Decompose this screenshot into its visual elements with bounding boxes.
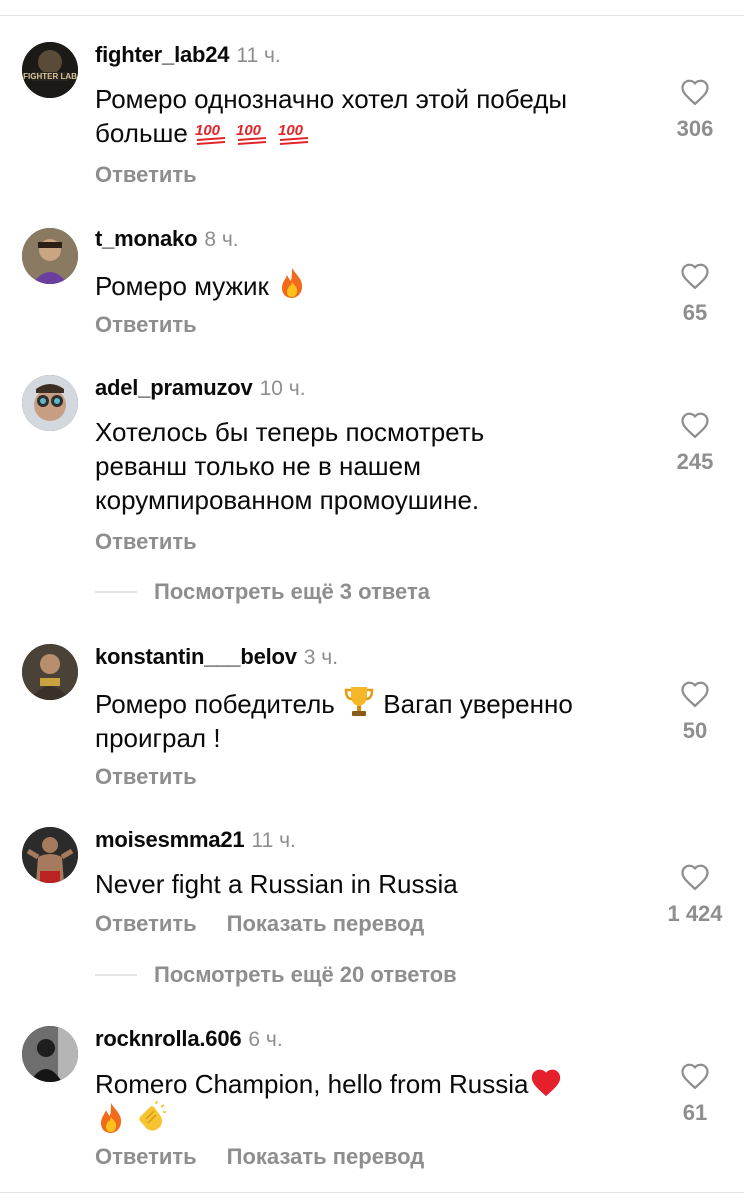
comment-text-line: Romero Champion, hello from Russia bbox=[95, 1069, 529, 1099]
heart-outline-icon[interactable] bbox=[680, 262, 710, 290]
comment-text-line: Ромеро победитель bbox=[95, 689, 335, 719]
svg-text:FIGHTER LAB: FIGHTER LAB bbox=[23, 72, 77, 81]
fire-icon bbox=[276, 266, 308, 300]
heart-outline-icon[interactable] bbox=[680, 863, 710, 891]
top-divider bbox=[0, 15, 744, 16]
comment-text-line: больше bbox=[95, 118, 188, 148]
reply-button[interactable]: Ответить bbox=[95, 764, 197, 790]
hundred-points-icon: 100 bbox=[195, 117, 229, 147]
avatar[interactable] bbox=[22, 375, 78, 431]
timestamp: 8 ч. bbox=[204, 228, 239, 251]
view-more-replies[interactable]: Посмотреть ещё 3 ответа bbox=[95, 579, 430, 605]
username[interactable]: adel_pramuzov bbox=[95, 375, 253, 401]
reply-button[interactable]: Ответить bbox=[95, 1144, 197, 1170]
view-more-replies-label[interactable]: Посмотреть ещё 3 ответа bbox=[154, 579, 430, 605]
svg-text:100: 100 bbox=[278, 122, 304, 139]
reply-button[interactable]: Ответить bbox=[95, 529, 197, 555]
hundred-points-icon: 100 bbox=[278, 117, 312, 147]
bottom-divider bbox=[0, 1192, 744, 1193]
show-translation-button[interactable]: Показать перевод bbox=[227, 1144, 425, 1170]
comment-text-line: Never fight a Russian in Russia bbox=[95, 869, 458, 899]
like-count: 61 bbox=[682, 1100, 708, 1125]
timestamp: 11 ч. bbox=[251, 829, 296, 852]
avatar[interactable] bbox=[22, 1026, 78, 1082]
heart-outline-icon[interactable] bbox=[680, 1062, 710, 1090]
comment-text-line: Ромеро мужик bbox=[95, 271, 269, 301]
comment-text: Ромеро победитель Вагап уверенно проигра… bbox=[95, 684, 655, 755]
timestamp: 6 ч. bbox=[248, 1028, 283, 1051]
like-count: 306 bbox=[676, 116, 714, 141]
username[interactable]: konstantin___belov bbox=[95, 644, 297, 670]
like-count: 65 bbox=[682, 300, 708, 325]
fire-icon bbox=[95, 1101, 127, 1135]
reply-button[interactable]: Ответить bbox=[95, 911, 197, 937]
heart-outline-icon[interactable] bbox=[680, 78, 710, 106]
comment-text: Ромеро мужик bbox=[95, 266, 655, 303]
heart-outline-icon[interactable] bbox=[680, 411, 710, 439]
reply-button[interactable]: Ответить bbox=[95, 162, 197, 188]
avatar[interactable]: FIGHTER LAB bbox=[22, 42, 78, 98]
heart-outline-icon[interactable] bbox=[680, 680, 710, 708]
reply-button[interactable]: Ответить bbox=[95, 312, 197, 338]
comment-text-line: Хотелось бы теперь посмотреть bbox=[95, 417, 485, 447]
like-count: 1 424 bbox=[667, 901, 723, 926]
avatar[interactable] bbox=[22, 644, 78, 700]
username[interactable]: t_monako bbox=[95, 226, 198, 252]
clapping-hands-icon bbox=[134, 1101, 168, 1135]
comment-text: Хотелось бы теперь посмотреть реванш тол… bbox=[95, 415, 655, 517]
comment-text-line: Ромеро однозначно хотел этой победы bbox=[95, 84, 568, 114]
svg-text:100: 100 bbox=[195, 122, 221, 139]
svg-text:100: 100 bbox=[236, 122, 262, 139]
divider-line bbox=[95, 591, 137, 593]
comment-text-line: реванш только не в нашем bbox=[95, 451, 422, 481]
view-more-replies-label[interactable]: Посмотреть ещё 20 ответов bbox=[154, 962, 457, 988]
divider-line bbox=[95, 974, 137, 976]
comment-text: Ромеро однозначно хотел этой победы боль… bbox=[95, 82, 655, 150]
comment-text-line: Вагап уверенно bbox=[383, 689, 573, 719]
username[interactable]: fighter_lab24 bbox=[95, 42, 230, 68]
timestamp: 11 ч. bbox=[236, 44, 281, 67]
avatar[interactable] bbox=[22, 228, 78, 284]
username[interactable]: rocknrolla.606 bbox=[95, 1026, 242, 1052]
timestamp: 10 ч. bbox=[259, 377, 306, 400]
like-count: 245 bbox=[676, 449, 714, 474]
comment-text: Never fight a Russian in Russia bbox=[95, 867, 655, 901]
avatar[interactable] bbox=[22, 827, 78, 883]
username[interactable]: moisesmma21 bbox=[95, 827, 245, 853]
comment-text-line: корумпированном промоушине. bbox=[95, 485, 480, 515]
comment-text: Romero Champion, hello from Russia bbox=[95, 1066, 655, 1138]
hundred-points-icon: 100 bbox=[236, 117, 270, 147]
show-translation-button[interactable]: Показать перевод bbox=[227, 911, 425, 937]
trophy-icon bbox=[342, 684, 376, 718]
comment-text-line: проиграл ! bbox=[95, 723, 221, 753]
view-more-replies[interactable]: Посмотреть ещё 20 ответов bbox=[95, 962, 457, 988]
timestamp: 3 ч. bbox=[303, 646, 339, 669]
red-heart-icon bbox=[529, 1066, 563, 1098]
like-count: 50 bbox=[682, 718, 708, 743]
